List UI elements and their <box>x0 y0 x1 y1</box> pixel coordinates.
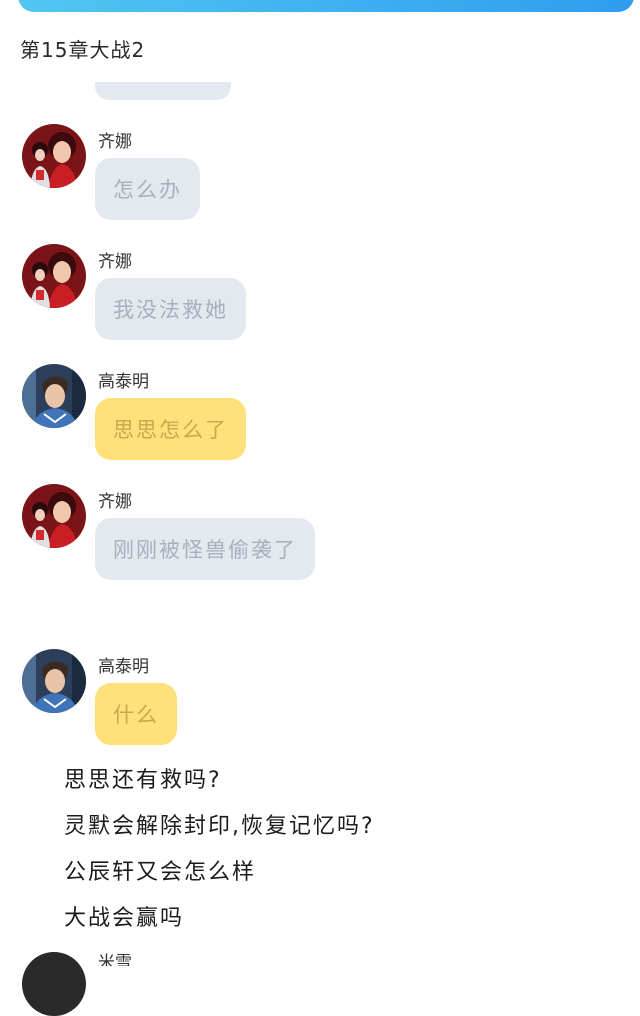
sender-name: 齐娜 <box>98 132 132 152</box>
avatar[interactable] <box>22 124 86 188</box>
sender-name: 高泰明 <box>98 372 149 392</box>
message-bubble[interactable]: 怎么办 <box>95 158 200 220</box>
avatar[interactable] <box>22 364 86 428</box>
message-bubble[interactable]: 我没法救她 <box>95 278 246 340</box>
top-header-bar <box>18 0 634 12</box>
sender-name: 米雪 <box>98 953 132 966</box>
avatar[interactable] <box>22 952 86 1016</box>
sender-name: 高泰明 <box>98 657 149 677</box>
avatar[interactable] <box>22 484 86 548</box>
chapter-title: 第15章大战2 <box>20 38 146 62</box>
commentary-line: 灵默会解除封印,恢复记忆吗? <box>64 814 375 839</box>
commentary-line: 公辰轩又会怎么样 <box>64 860 257 885</box>
partial-message-bubble <box>95 82 231 100</box>
sender-name: 齐娜 <box>98 492 132 512</box>
message-bubble[interactable]: 思思怎么了 <box>95 398 246 460</box>
avatar[interactable] <box>22 649 86 713</box>
commentary-line: 思思还有救吗? <box>64 768 222 793</box>
message-bubble[interactable]: 刚刚被怪兽偷袭了 <box>95 518 315 580</box>
message-bubble[interactable]: 什么 <box>95 683 177 745</box>
commentary-line: 大战会赢吗 <box>64 906 185 931</box>
sender-name: 齐娜 <box>98 252 132 272</box>
avatar[interactable] <box>22 244 86 308</box>
